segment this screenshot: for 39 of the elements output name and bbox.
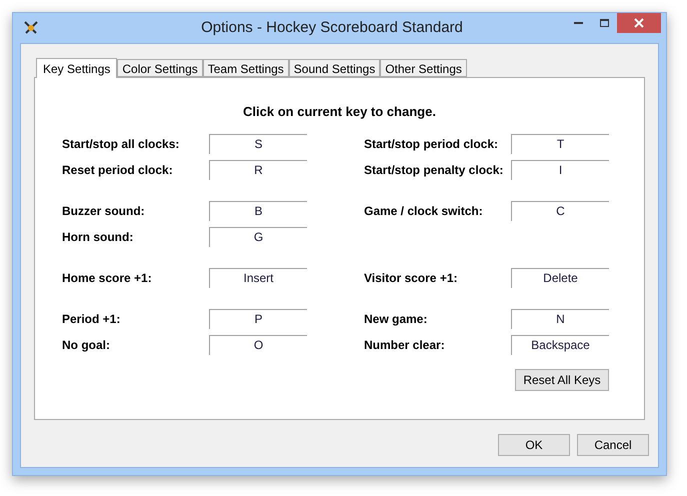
key-label: No goal: [62, 336, 111, 354]
tab[interactable]: Team Settings [202, 59, 289, 77]
key-label: Horn sound: [62, 228, 134, 246]
tab[interactable]: Sound Settings [288, 59, 380, 77]
key-label: Period +1: [62, 310, 122, 328]
key-field[interactable]: S [209, 134, 307, 154]
key-label: Number clear: [364, 336, 446, 354]
close-button[interactable] [617, 13, 661, 33]
key-field[interactable]: I [511, 160, 609, 180]
key-label: Home score +1: [62, 270, 153, 286]
dialog-button[interactable]: Cancel [577, 434, 649, 456]
reset-all-keys-button[interactable]: Reset All Keys [515, 368, 609, 390]
key-label: Buzzer sound: [62, 202, 146, 220]
key-label: Start/stop all clocks: [62, 136, 180, 152]
key-label: Game / clock switch: [364, 202, 484, 220]
tab[interactable]: Key Settings [36, 58, 118, 78]
key-label: Visitor score +1: [364, 270, 458, 286]
key-field[interactable]: B [209, 200, 307, 220]
key-field[interactable]: G [209, 226, 307, 246]
key-field[interactable]: T [511, 134, 609, 154]
close-icon [634, 18, 644, 28]
key-label: New game: [364, 310, 428, 328]
key-field[interactable]: Delete [511, 268, 609, 288]
key-label: Reset period clock: [62, 162, 174, 178]
key-field[interactable]: N [511, 308, 609, 328]
key-field[interactable]: C [511, 200, 609, 220]
tab[interactable]: Other Settings [380, 59, 467, 77]
tab[interactable]: Color Settings [117, 59, 203, 77]
key-label: Start/stop penalty clock: [364, 162, 504, 178]
window-title: Options - Hockey Scoreboard Standard [200, 18, 464, 38]
dialog-button[interactable]: OK [498, 434, 570, 456]
key-field[interactable]: P [209, 308, 307, 328]
instruction-text: Click on current key to change. [242, 103, 437, 121]
key-label: Start/stop period clock: [364, 136, 500, 152]
key-field[interactable]: Insert [209, 268, 307, 288]
key-field[interactable]: O [209, 334, 307, 354]
key-field[interactable]: Backspace [511, 334, 609, 354]
crossed-sticks-icon [23, 21, 39, 35]
key-field[interactable]: R [209, 160, 307, 180]
